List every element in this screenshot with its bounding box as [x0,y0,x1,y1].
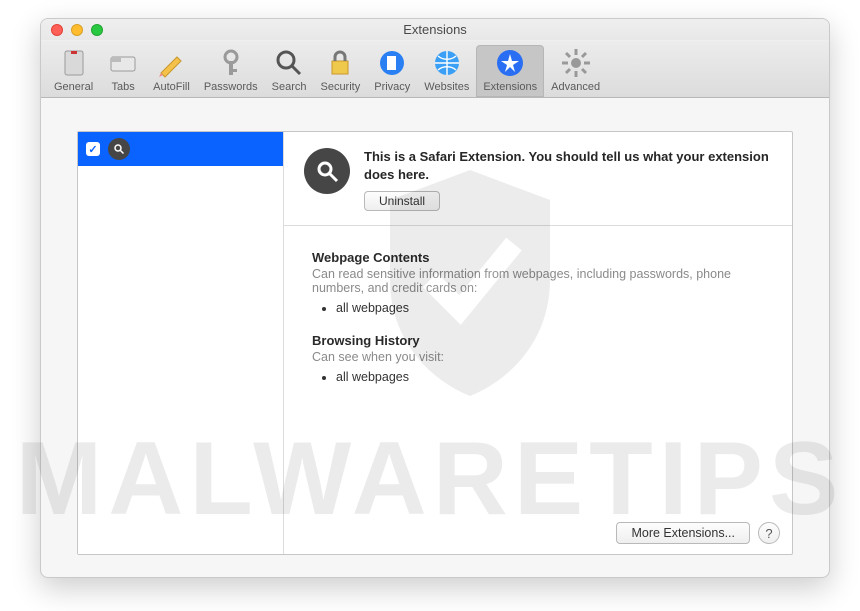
preferences-toolbar: General Tabs AutoFill Passwords Search [41,41,829,98]
perm-heading: Webpage Contents [312,250,764,265]
extensions-sidebar: ✓ [78,132,284,554]
perm-item: all webpages [336,370,764,384]
tab-advanced[interactable]: Advanced [544,45,607,97]
tab-passwords[interactable]: Passwords [197,45,265,97]
perm-subtext: Can see when you visit: [312,350,764,364]
extension-magnifier-icon [108,138,130,160]
passwords-icon [215,47,247,79]
tab-security[interactable]: Security [313,45,367,97]
tab-extensions[interactable]: Extensions [476,45,544,97]
perm-heading: Browsing History [312,333,764,348]
detail-footer: More Extensions... ? [616,522,780,544]
tab-label: Websites [424,81,469,93]
help-button[interactable]: ? [758,522,780,544]
tab-autofill[interactable]: AutoFill [146,45,197,97]
tab-label: Advanced [551,81,600,93]
tab-label: Extensions [483,81,537,93]
search-icon [273,47,305,79]
privacy-icon [376,47,408,79]
tab-search[interactable]: Search [265,45,314,97]
extension-large-icon [304,148,350,194]
titlebar: Extensions [41,19,829,41]
extension-list-item[interactable]: ✓ [78,132,283,166]
websites-icon [431,47,463,79]
tab-label: Tabs [112,81,135,93]
extensions-icon [494,47,526,79]
extension-description: This is a Safari Extension. You should t… [364,148,774,183]
perm-item: all webpages [336,301,764,315]
extension-detail: This is a Safari Extension. You should t… [284,132,792,554]
advanced-icon [560,47,592,79]
tab-label: Search [272,81,307,93]
extensions-panel: ✓ This is a Safari Extension. You should… [77,131,793,555]
tab-label: Passwords [204,81,258,93]
extension-permissions: Webpage Contents Can read sensitive info… [284,226,792,426]
preferences-window: Extensions General Tabs AutoFill Passwor… [40,18,830,578]
window-title: Extensions [41,22,829,37]
tab-label: Security [320,81,360,93]
security-icon [324,47,356,79]
tab-websites[interactable]: Websites [417,45,476,97]
tab-label: Privacy [374,81,410,93]
uninstall-button[interactable]: Uninstall [364,191,440,211]
tab-general[interactable]: General [47,45,100,97]
tab-label: AutoFill [153,81,190,93]
tabs-icon [107,47,139,79]
autofill-icon [155,47,187,79]
tab-tabs[interactable]: Tabs [100,45,146,97]
perm-subtext: Can read sensitive information from webp… [312,267,764,295]
general-icon [58,47,90,79]
tab-label: General [54,81,93,93]
tab-privacy[interactable]: Privacy [367,45,417,97]
more-extensions-button[interactable]: More Extensions... [616,522,750,544]
extension-header: This is a Safari Extension. You should t… [284,132,792,226]
extension-enable-checkbox[interactable]: ✓ [86,142,100,156]
